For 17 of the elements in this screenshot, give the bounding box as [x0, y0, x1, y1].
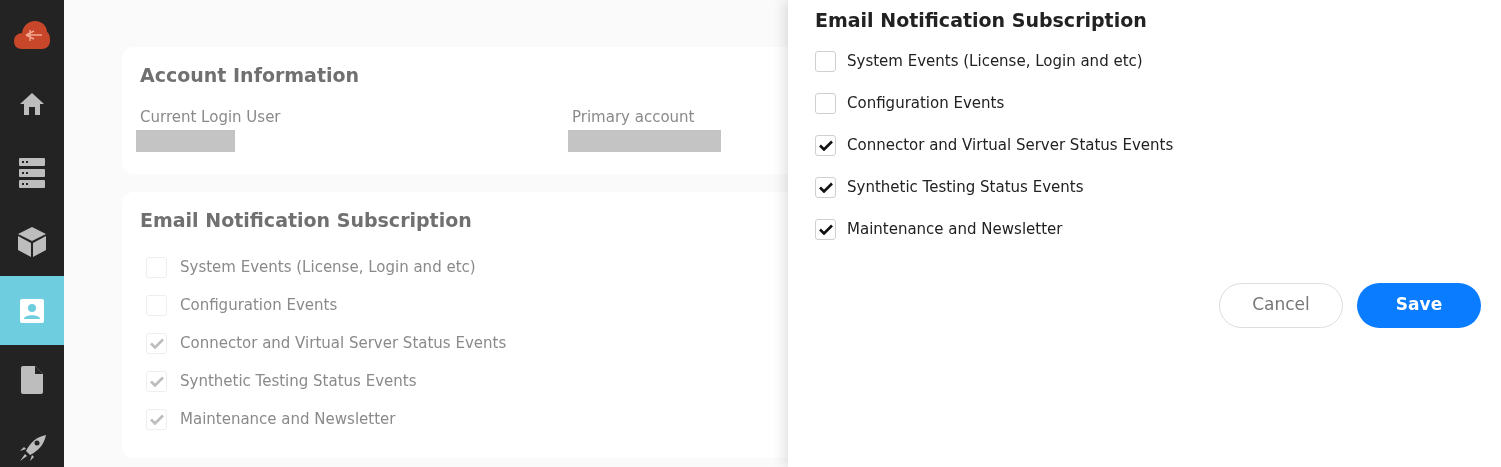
option-label: Maintenance and Newsletter: [180, 409, 396, 431]
option-label: Connector and Virtual Server Status Events: [180, 333, 507, 355]
option-label: Configuration Events: [847, 93, 1005, 115]
field-label: Current Login User: [140, 106, 281, 128]
card-title: Email Notification Subscription: [140, 208, 472, 233]
field-label: Primary account: [572, 106, 695, 128]
option-label: Configuration Events: [180, 295, 338, 317]
option-label: Synthetic Testing Status Events: [180, 371, 417, 393]
option-label: Maintenance and Newsletter: [847, 219, 1063, 241]
card-title: Account Information: [140, 63, 360, 88]
save-button[interactable]: Save: [1357, 282, 1481, 328]
drawer-title: Email Notification Subscription: [815, 8, 1147, 33]
option-label: System Events (License, Login and etc): [847, 51, 1143, 73]
cancel-button[interactable]: Cancel: [1219, 282, 1343, 328]
option-label: Connector and Virtual Server Status Events: [847, 135, 1174, 157]
option-label: System Events (License, Login and etc): [180, 257, 476, 279]
option-label: Synthetic Testing Status Events: [847, 177, 1084, 199]
